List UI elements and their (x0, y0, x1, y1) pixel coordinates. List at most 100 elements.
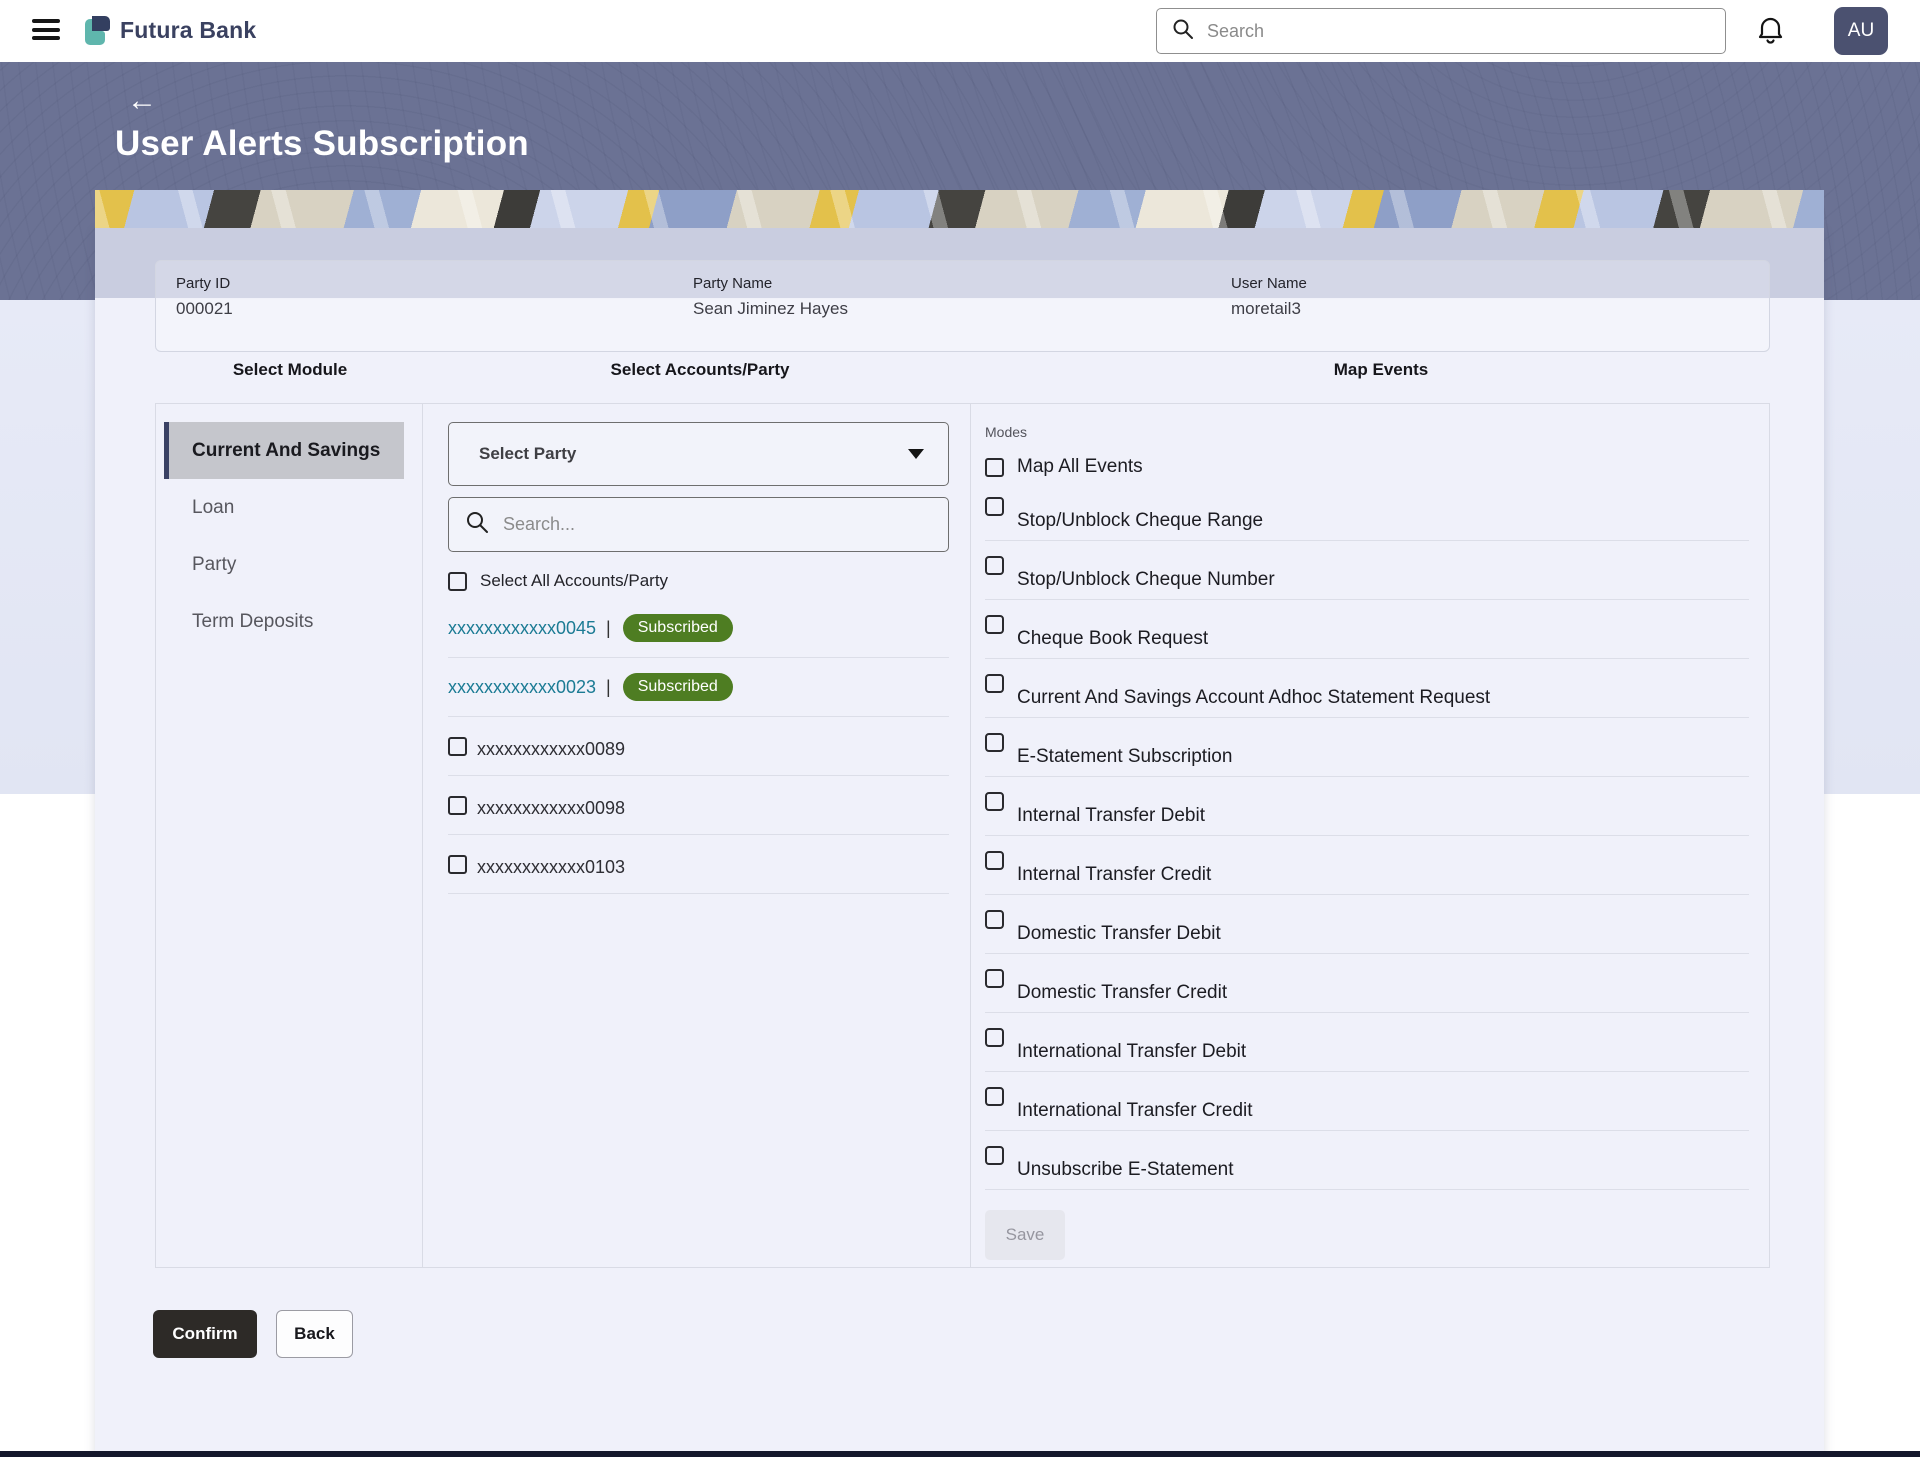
event-label: International Transfer Debit (1017, 1037, 1246, 1067)
map-all-events-label: Map All Events (1017, 456, 1143, 478)
separator: | (606, 618, 611, 639)
checkbox[interactable] (985, 1146, 1004, 1165)
checkbox[interactable] (448, 855, 467, 874)
party-id-value: 000021 (176, 299, 233, 319)
checkbox[interactable] (985, 792, 1004, 811)
notifications-bell-icon[interactable] (1757, 16, 1784, 50)
event-row-domestic-transfer-debit[interactable]: Domestic Transfer Debit (985, 895, 1749, 954)
party-name-field: Party Name Sean Jiminez Hayes (693, 261, 848, 319)
event-row-content: Current And Savings Account Adhoc Statem… (985, 659, 1749, 702)
event-row-content: Internal Transfer Debit (985, 777, 1749, 820)
party-name-value: Sean Jiminez Hayes (693, 299, 848, 319)
select-party-label: Select Party (479, 444, 908, 464)
user-avatar[interactable]: AU (1834, 7, 1888, 55)
select-all-label: Select All Accounts/Party (480, 571, 668, 591)
page-title: User Alerts Subscription (115, 124, 529, 164)
search-icon (465, 510, 489, 539)
event-row-domestic-transfer-credit[interactable]: Domestic Transfer Credit (985, 954, 1749, 1013)
account-row[interactable]: xxxxxxxxxxxx0103 (448, 835, 949, 894)
global-search[interactable] (1156, 8, 1726, 54)
checkbox[interactable] (985, 910, 1004, 929)
account-row[interactable]: xxxxxxxxxxxx0098 (448, 776, 949, 835)
module-item-party[interactable]: Party (156, 536, 422, 593)
event-row-current-and-savings-account-adhoc-statement-request[interactable]: Current And Savings Account Adhoc Statem… (985, 659, 1749, 718)
account-row[interactable]: xxxxxxxxxxxx0045 | Subscribed (448, 599, 949, 658)
account-row[interactable]: xxxxxxxxxxxx0089 (448, 717, 949, 776)
accounts-search-input[interactable] (501, 513, 932, 536)
hamburger-menu-icon[interactable] (32, 19, 60, 40)
checkbox[interactable] (448, 572, 467, 591)
event-row-stop-unblock-cheque-number[interactable]: Stop/Unblock Cheque Number (985, 541, 1749, 600)
account-list: xxxxxxxxxxxx0045|Subscribedxxxxxxxxxxxx0… (448, 599, 949, 894)
event-row-international-transfer-debit[interactable]: International Transfer Debit (985, 1013, 1749, 1072)
top-bar: Futura Bank AU (0, 0, 1920, 62)
module-item-current-and-savings[interactable]: Current And Savings (164, 422, 404, 479)
checkbox[interactable] (448, 796, 467, 815)
party-name-label: Party Name (693, 275, 848, 292)
confirm-button[interactable]: Confirm (153, 1310, 257, 1358)
save-button[interactable]: Save (985, 1210, 1065, 1260)
checkbox[interactable] (985, 969, 1004, 988)
accounts-search[interactable] (448, 497, 949, 552)
module-item-term-deposits[interactable]: Term Deposits (156, 593, 422, 650)
module-list: Current And SavingsLoanPartyTerm Deposit… (156, 404, 423, 1267)
account-number-label: xxxxxxxxxxxx0098 (477, 798, 625, 819)
event-row-content: Domestic Transfer Credit (985, 954, 1749, 997)
event-label: Domestic Transfer Debit (1017, 919, 1221, 949)
checkbox[interactable] (985, 458, 1004, 477)
event-row-content: Domestic Transfer Debit (985, 895, 1749, 938)
module-item-loan[interactable]: Loan (156, 479, 422, 536)
event-row-content: Stop/Unblock Cheque Number (985, 541, 1749, 584)
event-label: Stop/Unblock Cheque Range (1017, 506, 1263, 536)
modes-label: Modes (985, 424, 1749, 440)
event-label: Stop/Unblock Cheque Number (1017, 565, 1275, 595)
checkbox[interactable] (985, 556, 1004, 575)
event-row-internal-transfer-debit[interactable]: Internal Transfer Debit (985, 777, 1749, 836)
event-row-international-transfer-credit[interactable]: International Transfer Credit (985, 1072, 1749, 1131)
account-number-link[interactable]: xxxxxxxxxxxx0023 (448, 677, 596, 698)
event-row-content: Cheque Book Request (985, 600, 1749, 643)
account-row[interactable]: xxxxxxxxxxxx0023|Subscribed (448, 658, 949, 717)
search-icon (1172, 18, 1194, 45)
event-row-e-statement-subscription[interactable]: E-Statement Subscription (985, 718, 1749, 777)
account-number-label: xxxxxxxxxxxx0103 (477, 857, 625, 878)
event-label: Unsubscribe E-Statement (1017, 1155, 1234, 1185)
bottom-actions: Confirm Back (153, 1310, 353, 1358)
map-all-events-row[interactable]: Map All Events (985, 452, 1749, 482)
footer-bar (0, 1451, 1920, 1457)
decorative-art-strip (95, 190, 1824, 228)
event-label: Internal Transfer Debit (1017, 801, 1205, 831)
event-label: Internal Transfer Credit (1017, 860, 1211, 890)
events-column: Modes Map All Events Stop/Unblock Cheque… (971, 404, 1769, 1267)
brand-name: Futura Bank (120, 17, 256, 44)
subscribed-badge: Subscribed (623, 614, 733, 642)
checkbox[interactable] (448, 737, 467, 756)
event-label: International Transfer Credit (1017, 1096, 1253, 1126)
back-button[interactable]: Back (276, 1310, 353, 1358)
accounts-column: Select Party Select All Accounts/Party x… (423, 404, 971, 1267)
event-row-cheque-book-request[interactable]: Cheque Book Request (985, 600, 1749, 659)
checkbox[interactable] (985, 674, 1004, 693)
checkbox[interactable] (985, 615, 1004, 634)
map-events-header: Map Events (1334, 360, 1428, 380)
checkbox[interactable] (985, 1028, 1004, 1047)
chevron-down-icon (908, 449, 924, 459)
event-row-content: International Transfer Debit (985, 1013, 1749, 1056)
checkbox[interactable] (985, 733, 1004, 752)
checkbox[interactable] (985, 497, 1004, 516)
event-row-unsubscribe-e-statement[interactable]: Unsubscribe E-Statement (985, 1131, 1749, 1190)
back-arrow-icon[interactable]: ← (127, 86, 157, 116)
global-search-input[interactable] (1205, 20, 1710, 43)
event-row-stop-unblock-cheque-range[interactable]: Stop/Unblock Cheque Range (985, 482, 1749, 541)
event-row-internal-transfer-credit[interactable]: Internal Transfer Credit (985, 836, 1749, 895)
subscription-card: Party ID 000021 Party Name Sean Jiminez … (95, 228, 1824, 1457)
select-all-accounts-row[interactable]: Select All Accounts/Party (448, 571, 949, 591)
subscribed-badge: Subscribed (623, 673, 733, 701)
checkbox[interactable] (985, 851, 1004, 870)
checkbox[interactable] (985, 1087, 1004, 1106)
account-number-link[interactable]: xxxxxxxxxxxx0045 (448, 618, 596, 639)
event-row-content: E-Statement Subscription (985, 718, 1749, 761)
event-label: E-Statement Subscription (1017, 742, 1232, 772)
select-party-dropdown[interactable]: Select Party (448, 422, 949, 486)
user-name-label: User Name (1231, 275, 1307, 292)
